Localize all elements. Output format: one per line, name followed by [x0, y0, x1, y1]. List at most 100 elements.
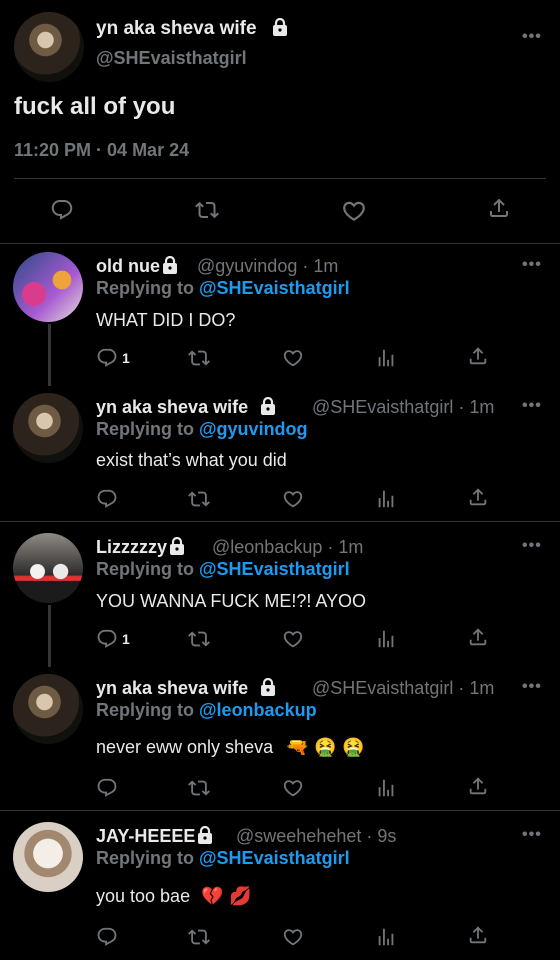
lock-icon: [169, 537, 185, 555]
reply-button[interactable]: [50, 198, 74, 222]
views-button[interactable]: [375, 347, 397, 369]
retweet-button[interactable]: [188, 777, 210, 799]
author-handle[interactable]: @sweehehehet · 9s: [236, 826, 396, 847]
views-button[interactable]: [375, 926, 397, 948]
reply-icon: [96, 347, 118, 369]
lock-icon: [162, 256, 178, 274]
retweet-icon: [195, 198, 219, 222]
avatar[interactable]: [13, 533, 83, 603]
divider: [14, 178, 546, 179]
replying-to: Replying to @gyuvindog: [96, 419, 308, 439]
share-icon: [487, 196, 511, 220]
views-icon: [375, 777, 397, 799]
share-button[interactable]: [467, 345, 489, 367]
tweet-text: YOU WANNA FUCK ME!?! AYOO: [96, 591, 367, 611]
reply-icon: [96, 777, 118, 799]
reply-icon: [50, 198, 74, 222]
reply-button[interactable]: 1: [96, 347, 130, 369]
views-button[interactable]: [375, 777, 397, 799]
views-icon: [375, 628, 397, 650]
mention-link[interactable]: @SHEvaisthatgirl: [199, 559, 350, 579]
share-icon: [467, 924, 489, 946]
mention-link[interactable]: @SHEvaisthatgirl: [199, 848, 350, 868]
like-button[interactable]: [341, 198, 367, 224]
like-button[interactable]: [282, 926, 304, 948]
share-icon: [467, 486, 489, 508]
retweet-icon: [188, 488, 210, 510]
replying-to: Replying to @SHEvaisthatgirl: [96, 278, 350, 298]
more-options-icon[interactable]: •••: [522, 256, 542, 274]
avatar[interactable]: [13, 822, 83, 892]
views-button[interactable]: [375, 488, 397, 510]
lock-icon: [272, 18, 288, 36]
author-name[interactable]: yn aka sheva wife: [96, 18, 288, 40]
like-button[interactable]: [282, 628, 304, 650]
like-button[interactable]: [282, 777, 304, 799]
author-handle[interactable]: @SHEvaisthatgirl · 1m: [312, 397, 494, 418]
reply-button[interactable]: 1: [96, 628, 130, 650]
divider: [0, 521, 560, 522]
like-button[interactable]: [282, 488, 304, 510]
reply-icon: [96, 926, 118, 948]
like-button[interactable]: [282, 347, 304, 369]
retweet-icon: [188, 347, 210, 369]
avatar[interactable]: [13, 674, 83, 744]
author-handle[interactable]: @SHEvaisthatgirl: [96, 48, 247, 69]
more-options-icon[interactable]: •••: [522, 826, 542, 844]
author-name[interactable]: old nue: [96, 256, 178, 277]
avatar[interactable]: [14, 12, 84, 82]
like-icon: [282, 926, 304, 948]
lock-icon: [260, 678, 276, 696]
like-icon: [341, 198, 367, 224]
thread-line: [48, 324, 51, 386]
retweet-button[interactable]: [188, 347, 210, 369]
tweet-timestamp[interactable]: 11:20 PM · 04 Mar 24: [14, 140, 189, 161]
author-handle[interactable]: @leonbackup · 1m: [212, 537, 363, 558]
share-button[interactable]: [467, 626, 489, 648]
views-icon: [375, 926, 397, 948]
share-button[interactable]: [467, 486, 489, 508]
retweet-button[interactable]: [188, 926, 210, 948]
share-icon: [467, 345, 489, 367]
reply-count: 1: [122, 631, 130, 647]
share-button[interactable]: [467, 924, 489, 946]
reply-icon: [96, 488, 118, 510]
reply-count: 1: [122, 350, 130, 366]
author-name[interactable]: JAY-HEEEE: [96, 826, 213, 847]
share-button[interactable]: [487, 196, 511, 220]
reply-button[interactable]: [96, 488, 118, 510]
retweet-icon: [188, 926, 210, 948]
reply-icon: [96, 628, 118, 650]
divider: [0, 243, 560, 244]
share-button[interactable]: [467, 775, 489, 797]
more-options-icon[interactable]: •••: [522, 678, 542, 696]
author-name[interactable]: yn aka sheva wife: [96, 678, 276, 699]
retweet-button[interactable]: [188, 488, 210, 510]
mention-link[interactable]: @SHEvaisthatgirl: [199, 278, 350, 298]
lock-icon: [197, 826, 213, 844]
mention-link[interactable]: @gyuvindog: [199, 419, 308, 439]
more-options-icon[interactable]: •••: [522, 397, 542, 415]
author-name[interactable]: Lizzzzzy: [96, 537, 185, 558]
reply-button[interactable]: [96, 926, 118, 948]
author-handle[interactable]: @SHEvaisthatgirl · 1m: [312, 678, 494, 699]
tweet-text: exist that’s what you did: [96, 450, 287, 470]
tweet-text: WHAT DID I DO?: [96, 310, 236, 330]
avatar[interactable]: [13, 252, 83, 322]
reply-button[interactable]: [96, 777, 118, 799]
avatar[interactable]: [13, 393, 83, 463]
more-options-icon[interactable]: •••: [522, 28, 542, 46]
mention-link[interactable]: @leonbackup: [199, 700, 317, 720]
like-icon: [282, 777, 304, 799]
retweet-button[interactable]: [195, 198, 219, 222]
retweet-button[interactable]: [188, 628, 210, 650]
views-button[interactable]: [375, 628, 397, 650]
like-icon: [282, 628, 304, 650]
emoji-group: 🔫 🤮 🤮: [286, 737, 365, 758]
retweet-icon: [188, 777, 210, 799]
replying-to: Replying to @SHEvaisthatgirl: [96, 559, 350, 579]
lock-icon: [260, 397, 276, 415]
author-name[interactable]: yn aka sheva wife: [96, 397, 276, 418]
more-options-icon[interactable]: •••: [522, 537, 542, 555]
author-handle[interactable]: @gyuvindog · 1m: [197, 256, 338, 277]
